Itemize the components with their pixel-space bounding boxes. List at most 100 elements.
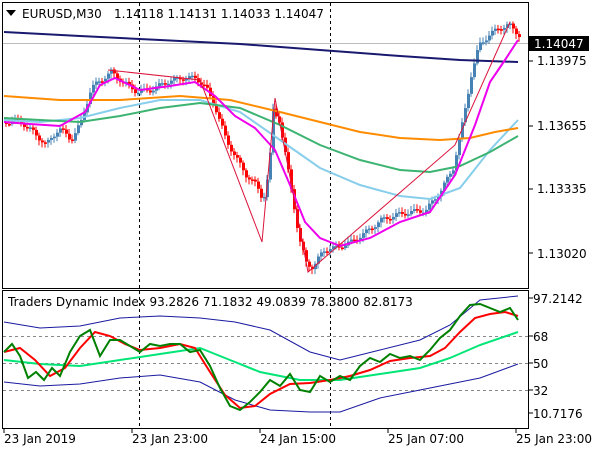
candle-body [458, 137, 461, 156]
candle-body [431, 200, 434, 204]
candle-body [224, 125, 227, 136]
current-price-value: 1.14047 [534, 37, 584, 51]
candle-body [479, 42, 482, 51]
candle-body [149, 90, 152, 93]
candle-body [323, 251, 326, 253]
candle-body [35, 129, 38, 136]
candle-body [92, 84, 95, 93]
candle-body [491, 30, 494, 36]
candle-body [401, 212, 404, 214]
candle-body [341, 247, 344, 250]
candle-body [392, 216, 395, 220]
price-tick: 1.13975 [537, 54, 587, 68]
candle-body [494, 28, 497, 31]
candle-body [236, 155, 239, 158]
indicator-tick: 50 [533, 357, 548, 371]
candle-body [245, 170, 248, 178]
candle-body [107, 73, 110, 79]
indicator-axis: 97.2142 68 50 32 10.7176 [528, 292, 583, 421]
trading-chart[interactable]: EURUSD,M30 1.14118 1.14131 1.14033 1.140… [0, 0, 600, 450]
candle-body [194, 75, 197, 79]
candle-body [203, 84, 206, 87]
candle-body [434, 199, 437, 201]
indicator-tick: 10.7176 [533, 407, 583, 421]
candle-body [374, 227, 377, 229]
candle-body [467, 93, 470, 109]
candle-body [380, 217, 383, 223]
candle-body [410, 210, 413, 215]
indicator-tick: 32 [533, 384, 548, 398]
ohlc-values: 1.14118 1.14131 1.14033 1.14047 [114, 7, 324, 21]
candle-body [98, 81, 101, 83]
candle-body [500, 29, 503, 31]
indicator-title: Traders Dynamic Index 93.2826 71.1832 49… [7, 295, 413, 309]
candle-body [473, 63, 476, 78]
candle-body [515, 28, 518, 35]
candle-body [71, 139, 74, 141]
candle-body [371, 228, 374, 231]
time-tick: 25 Jan 07:00 [388, 432, 464, 446]
candle-body [260, 188, 263, 198]
candle-body [68, 133, 71, 140]
candle-body [446, 176, 449, 183]
candle-body [449, 173, 452, 177]
candle-body [74, 133, 77, 141]
candle-body [350, 239, 353, 242]
candle-body [383, 217, 386, 219]
time-tick: 24 Jan 15:00 [260, 432, 336, 446]
candle-body [257, 181, 260, 189]
candle-body [26, 126, 29, 129]
candle-body [227, 135, 230, 145]
candle-body [221, 118, 224, 126]
candle-body [59, 128, 62, 133]
candle-body [377, 222, 380, 228]
candle-body [254, 179, 257, 182]
price-tick: 1.13335 [537, 182, 587, 196]
candle-body [152, 90, 155, 93]
candle-body [50, 138, 53, 140]
candle-body [8, 123, 11, 126]
candle-body [326, 251, 329, 253]
candle-body [164, 83, 167, 85]
candle-body [404, 213, 407, 216]
candle-body [218, 112, 221, 119]
candle-body [41, 140, 44, 143]
candle-body [32, 127, 35, 130]
candle-body [251, 179, 254, 181]
candle-body [482, 42, 485, 44]
candle-body [395, 213, 398, 217]
time-tick: 25 Jan 23:00 [516, 432, 592, 446]
candle-body [56, 132, 59, 137]
candle-body [389, 218, 392, 221]
candle-body [248, 177, 251, 180]
candle-body [173, 77, 176, 81]
indicator-tick: 68 [533, 330, 548, 344]
indicator-tick: 97.2142 [533, 292, 583, 306]
candle-body [44, 142, 47, 144]
candle-body [38, 135, 41, 141]
candle-body [29, 127, 32, 129]
candle-body [518, 34, 521, 38]
candle-body [497, 28, 500, 31]
candle-body [452, 170, 455, 174]
candle-body [182, 79, 185, 81]
price-tick: 1.13020 [537, 247, 587, 261]
candle-body [365, 229, 368, 234]
candle-body [191, 75, 194, 78]
price-axis: 1.14047 1.13975 1.13655 1.13335 1.13020 [528, 36, 589, 261]
candle-body [386, 217, 389, 219]
candle-body [488, 35, 491, 41]
price-tick: 1.13655 [537, 119, 587, 133]
candle-body [65, 129, 68, 134]
candle-body [398, 212, 401, 214]
candle-body [47, 139, 50, 143]
time-axis: 23 Jan 2019 23 Jan 23:00 24 Jan 15:00 25… [3, 429, 592, 446]
candle-body [239, 157, 242, 163]
candle-body [137, 92, 140, 95]
candle-body [407, 214, 410, 216]
candle-body [242, 162, 245, 171]
candle-body [170, 80, 173, 84]
candle-body [485, 40, 488, 43]
time-tick: 23 Jan 2019 [4, 432, 76, 446]
candle-body [428, 203, 431, 210]
